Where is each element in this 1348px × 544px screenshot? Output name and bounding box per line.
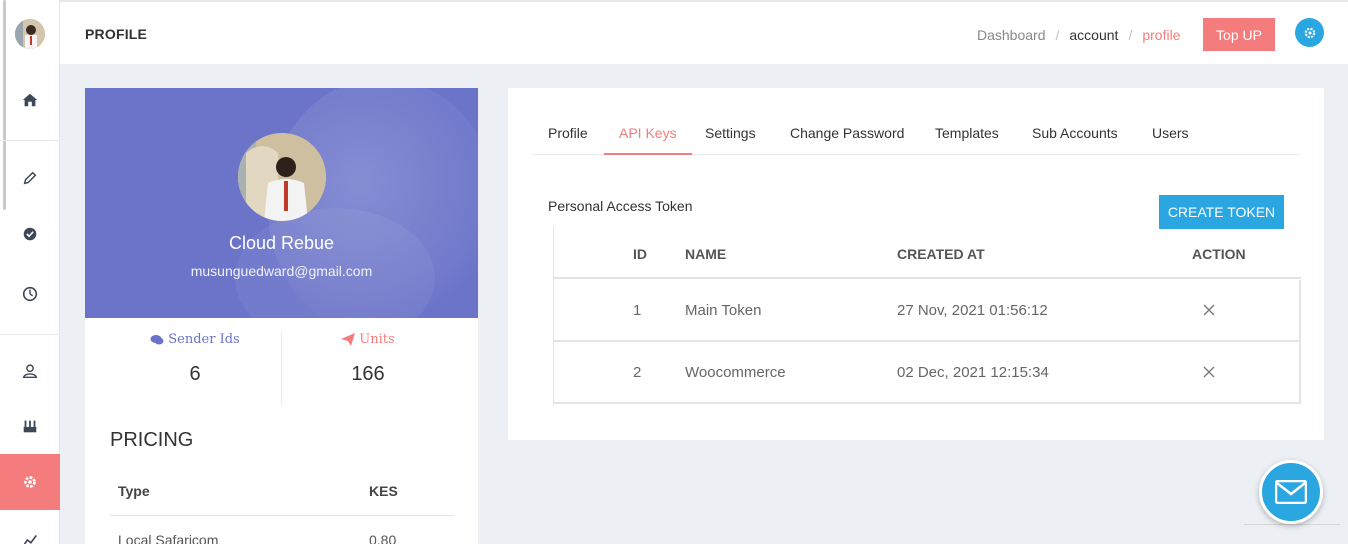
sidebar-item-tasks[interactable] [0,206,60,262]
chart-line-icon [23,535,37,544]
pricing-header: Type KES [110,476,454,516]
profile-stats: Sender Ids 6 Units 166 [85,332,478,406]
topup-button[interactable]: Top UP [1203,18,1275,51]
pricing-kes: 0.80 [369,532,397,544]
envelope-icon [1275,480,1307,504]
avatar[interactable] [15,19,45,49]
token-id: 1 [633,302,642,319]
page-title: PROFILE [85,26,148,42]
table-row: 2 Woocommerce 02 Dec, 2021 12:15:34 [554,342,1301,404]
stat-label: Units [359,332,395,347]
delete-token-icon[interactable] [1202,365,1216,379]
profile-cover: Cloud Rebue musunguedward@gmail.com [85,88,478,318]
profile-photo [238,133,326,221]
sidebar-item-industry[interactable] [0,398,60,454]
stat-label: Sender Ids [168,332,240,347]
token-id: 2 [633,364,642,381]
tab-api-keys[interactable]: API Keys [604,125,692,155]
token-created-at: 27 Nov, 2021 01:56:12 [897,302,1048,319]
timer-icon [22,286,38,302]
pricing-type: Local Safaricom [118,532,219,544]
gear-icon [1304,27,1315,38]
token-name: Woocommerce [685,364,786,381]
table-header: ID NAME CREATED AT ACTION [554,226,1301,279]
col-id: ID [633,246,647,262]
profile-email: musunguedward@gmail.com [190,263,373,279]
mail-button[interactable] [1259,460,1323,524]
tab-profile[interactable]: Profile [548,125,588,155]
gear-icon [24,476,36,488]
sidebar-item-users[interactable] [0,343,60,399]
sidebar-item-home[interactable] [0,72,60,128]
paper-plane-icon [341,333,356,346]
col-action: ACTION [1192,246,1246,262]
breadcrumb: Dashboard / account / profile [977,27,1180,43]
comments-icon [150,334,164,344]
tab-bar: Profile API Keys Settings Change Passwor… [532,113,1300,155]
tab-templates[interactable]: Templates [935,125,999,155]
create-token-button[interactable]: CREATE TOKEN [1159,195,1284,229]
breadcrumb-profile: profile [1142,27,1181,43]
table-row: 1 Main Token 27 Nov, 2021 01:56:12 [554,280,1301,342]
stat-units: Units 166 [270,332,466,386]
breadcrumb-account[interactable]: account [1069,27,1118,43]
breadcrumb-separator: / [1055,27,1060,43]
header: PROFILE Dashboard / account / profile To… [60,0,1348,64]
home-icon [22,93,38,107]
profile-card: Cloud Rebue musunguedward@gmail.com Send… [85,88,478,544]
breadcrumb-dashboard[interactable]: Dashboard [977,27,1046,43]
pencil-icon [23,171,37,185]
sidebar-item-edit[interactable] [0,150,60,206]
sidebar-divider [0,140,60,141]
delete-token-icon[interactable] [1202,303,1216,317]
user-icon [22,364,38,379]
token-name: Main Token [685,302,762,319]
tab-change-password[interactable]: Change Password [790,125,904,155]
sidebar-item-analytics[interactable] [0,512,60,544]
token-created-at: 02 Dec, 2021 12:15:34 [897,364,1049,381]
sidebar-item-timer[interactable] [0,266,60,322]
main-card: Profile API Keys Settings Change Passwor… [508,88,1324,440]
sidebar-item-settings[interactable] [0,454,60,510]
stat-value: 166 [351,363,385,385]
token-section-title: Personal Access Token [548,198,693,214]
token-table: ID NAME CREATED AT ACTION 1 Main Token 2… [553,226,1301,406]
col-name: NAME [685,246,727,262]
profile-name: Cloud Rebue [228,233,335,253]
col-created-at: CREATED AT [897,246,985,262]
tab-settings[interactable]: Settings [705,125,756,155]
breadcrumb-separator: / [1128,27,1133,43]
pricing-col-type: Type [118,483,150,499]
settings-button[interactable] [1295,18,1324,47]
sidebar [0,0,60,544]
sidebar-divider [0,334,60,335]
check-circle-icon [23,227,37,241]
tab-users[interactable]: Users [1152,125,1189,155]
factory-icon [23,420,37,433]
tab-sub-accounts[interactable]: Sub Accounts [1032,125,1118,155]
fab-divider [1244,524,1340,525]
stat-sender-ids: Sender Ids 6 [97,332,293,386]
pricing-title: PRICING [110,429,194,451]
pricing-col-kes: KES [369,483,398,499]
stat-value: 6 [189,363,201,385]
